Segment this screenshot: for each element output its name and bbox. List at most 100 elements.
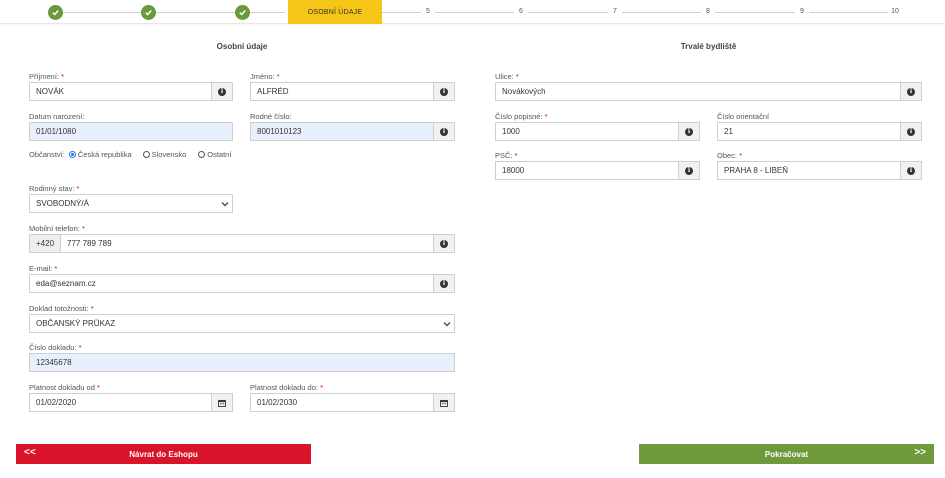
city-value: PRAHA 8 - LIBEŇ — [724, 166, 789, 175]
email-value: eda@seznam.cz — [36, 279, 96, 288]
orient-no-info-button[interactable]: i — [900, 123, 921, 140]
valid-to-field[interactable]: 01/02/2030 — [250, 393, 455, 412]
birthdate-value: 01/01/1080 — [36, 127, 77, 136]
step-7: 7 — [608, 8, 622, 15]
city-info-button[interactable]: i — [900, 162, 921, 179]
step-3-done[interactable] — [235, 5, 250, 20]
calendar-icon — [440, 399, 448, 407]
check-icon — [239, 10, 246, 16]
birthnumber-value: 8001010123 — [257, 127, 302, 136]
house-no-field[interactable]: 1000 i — [495, 122, 700, 141]
email-field[interactable]: eda@seznam.cz i — [29, 274, 455, 293]
step-9: 9 — [795, 8, 809, 15]
step-8: 8 — [701, 8, 715, 15]
continue-button[interactable]: Pokračovat >> — [639, 444, 934, 464]
info-icon: i — [685, 166, 693, 175]
zip-info-button[interactable]: i — [678, 162, 699, 179]
section-title-address: Trvalé bydliště — [680, 42, 737, 51]
email-info-button[interactable]: i — [433, 275, 454, 292]
surname-info-button[interactable]: i — [211, 83, 232, 100]
street-value: Novákových — [502, 87, 546, 96]
idtype-value: OBČANSKÝ PRŮKAZ — [36, 319, 116, 328]
step-active-osobni-udaje: OSOBNÍ ÚDAJE — [288, 0, 382, 24]
firstname-value: ALFRÉD — [257, 87, 289, 96]
valid-to-value: 01/02/2030 — [257, 398, 298, 407]
radio-selected[interactable] — [68, 151, 76, 158]
phone-prefix: +420 — [30, 235, 62, 252]
street-label: Ulice: * — [495, 72, 519, 81]
double-chevron-left-icon: << — [24, 447, 36, 458]
zip-value: 18000 — [502, 166, 525, 175]
info-icon: i — [440, 239, 448, 248]
birthnumber-field[interactable]: 8001010123 i — [250, 122, 455, 141]
zip-field[interactable]: 18000 i — [495, 161, 700, 180]
citizenship-option-cz[interactable]: Česká republika — [68, 150, 132, 159]
step-1-done[interactable] — [48, 5, 63, 20]
continue-button-label: Pokračovat — [764, 449, 809, 459]
back-button-label: Návrat do Eshopu — [129, 449, 198, 459]
surname-label: Příjmení: * — [29, 72, 65, 81]
phone-field[interactable]: +420 777 789 789 i — [29, 234, 455, 253]
check-icon — [145, 10, 152, 16]
valid-from-field[interactable]: 01/02/2020 — [29, 393, 233, 412]
valid-from-value: 01/02/2020 — [36, 398, 77, 407]
orient-no-value: 21 — [724, 127, 733, 136]
valid-to-label: Platnost dokladu do: * — [250, 383, 323, 392]
phone-label: Mobilní telefon: * — [29, 224, 85, 233]
orient-no-label: Číslo orientační — [717, 112, 770, 121]
marital-value: SVOBODNÝ/Á — [36, 199, 89, 208]
citizenship-label: Občanství: — [29, 150, 65, 159]
calendar-icon — [218, 399, 226, 407]
radio-unselected[interactable] — [198, 151, 206, 158]
idnumber-label: Číslo dokladu: * — [29, 343, 82, 352]
valid-from-label: Platnost dokladu od * — [29, 383, 100, 392]
firstname-label: Jméno: * — [250, 72, 280, 81]
info-icon: i — [907, 166, 915, 175]
house-no-label: Číslo popisné: * — [495, 112, 548, 121]
street-info-button[interactable]: i — [900, 83, 921, 100]
phone-info-button[interactable]: i — [433, 235, 454, 252]
orient-no-field[interactable]: 21 i — [717, 122, 922, 141]
info-icon: i — [907, 87, 915, 96]
stepper-line-pending — [382, 12, 897, 13]
surname-field[interactable]: NOVÁK i — [29, 82, 233, 101]
house-no-info-button[interactable]: i — [678, 123, 699, 140]
citizenship-option-sk[interactable]: Slovensko — [142, 150, 186, 159]
check-icon — [52, 10, 59, 16]
stepper-line-done — [55, 12, 285, 13]
idnumber-field[interactable]: 12345678 — [29, 353, 455, 372]
citizenship-option-other[interactable]: Ostatní — [198, 150, 231, 159]
step-2-done[interactable] — [141, 5, 156, 20]
firstname-field[interactable]: ALFRÉD i — [250, 82, 455, 101]
info-icon: i — [440, 87, 448, 96]
email-label: E-mail: * — [29, 264, 58, 273]
valid-to-calendar-button[interactable] — [433, 394, 454, 411]
info-icon: i — [218, 87, 226, 96]
marital-select[interactable]: SVOBODNÝ/Á — [29, 194, 233, 213]
step-5: 5 — [421, 8, 435, 15]
phone-value: 777 789 789 — [67, 239, 112, 248]
birthnumber-info-button[interactable]: i — [433, 123, 454, 140]
street-field[interactable]: Novákových i — [495, 82, 922, 101]
citizenship-group: Občanství: Česká republika Slovensko Ost… — [29, 150, 231, 159]
surname-value: NOVÁK — [36, 87, 65, 96]
city-label: Obec: * — [717, 151, 743, 160]
idtype-select[interactable]: OBČANSKÝ PRŮKAZ — [29, 314, 455, 333]
chevron-down-icon — [440, 315, 454, 332]
section-title-personal: Osobní údaje — [216, 42, 268, 51]
step-6: 6 — [514, 8, 528, 15]
info-icon: i — [440, 127, 448, 136]
firstname-info-button[interactable]: i — [433, 83, 454, 100]
house-no-value: 1000 — [502, 127, 520, 136]
birthdate-field[interactable]: 01/01/1080 — [29, 122, 233, 141]
city-field[interactable]: PRAHA 8 - LIBEŇ i — [717, 161, 922, 180]
double-chevron-right-icon: >> — [914, 447, 926, 458]
valid-from-calendar-button[interactable] — [211, 394, 232, 411]
radio-unselected[interactable] — [142, 151, 150, 158]
back-to-eshop-button[interactable]: << Návrat do Eshopu — [16, 444, 311, 464]
marital-label: Rodinný stav: * — [29, 184, 80, 193]
idnumber-value: 12345678 — [36, 358, 72, 367]
step-10: 10 — [888, 8, 902, 15]
progress-stepper: OSOBNÍ ÚDAJE 5 6 7 8 9 10 — [0, 0, 945, 24]
birthdate-label: Datum narození: — [29, 112, 85, 121]
